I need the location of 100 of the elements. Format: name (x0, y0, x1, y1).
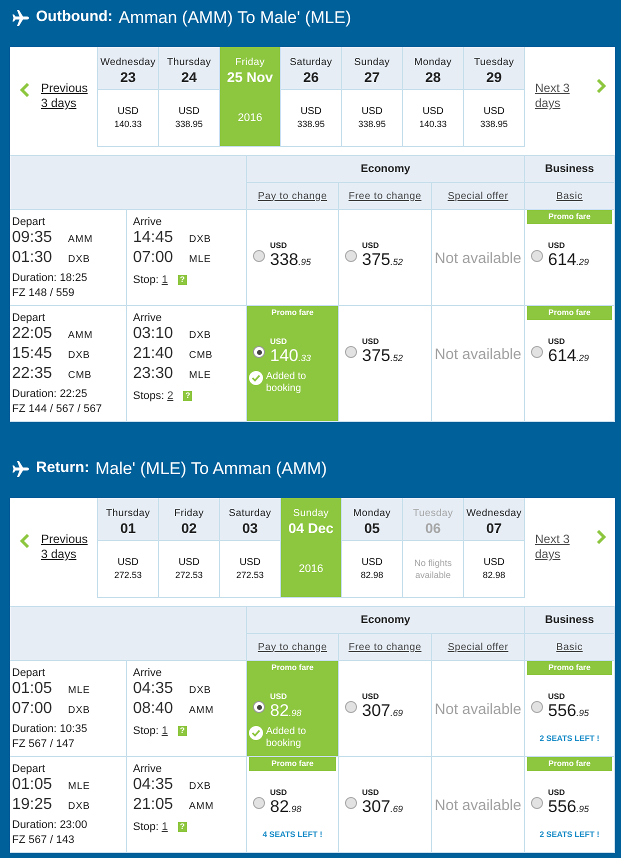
airport-code: DXB (68, 704, 90, 718)
price-cents: .69 (390, 803, 403, 816)
radio-button[interactable] (531, 797, 543, 809)
radio-button[interactable] (253, 701, 265, 713)
cabin-header: Business (525, 156, 615, 183)
radio-button[interactable] (345, 346, 357, 358)
depart-label: Depart (12, 216, 46, 229)
stops-label: Stop: (133, 820, 159, 835)
currency-label: USD (361, 557, 383, 569)
date-tab[interactable]: Thursday 24 USD 338.95 (159, 47, 220, 147)
date-tab[interactable]: Tuesday 29 USD 338.95 (464, 47, 525, 147)
next-days-link[interactable]: Next 3 days (535, 532, 570, 562)
weekday-label: Tuesday (412, 508, 454, 519)
flight-numbers: FZ 144 / 567 / 567 (12, 402, 103, 417)
seats-left-note: 2 SEATS LEFT ! (538, 828, 600, 840)
day-label: 05 (364, 519, 380, 537)
time-label: 03:10 (133, 325, 174, 343)
weekday-label: Thursday (166, 57, 212, 68)
day-label: 26 (303, 68, 319, 86)
airport-code: DXB (189, 329, 212, 343)
date-tab[interactable]: Saturday 26 USD 338.95 (281, 47, 342, 147)
day-label: 03 (242, 519, 258, 537)
stops-link[interactable]: 2 (167, 388, 174, 404)
currency-label: USD (483, 106, 505, 118)
promo-badge: Promo fare (527, 661, 612, 675)
fare-cell[interactable]: Promo fare USD 556.95 2 SEATS LEFT ! (525, 757, 615, 853)
time-label: 04:35 (133, 776, 174, 794)
date-tab[interactable]: Wednesday 23 USD 140.33 (98, 47, 159, 147)
radio-button[interactable] (345, 797, 357, 809)
fare-cell[interactable]: Promo fare USD 556.95 2 SEATS LEFT ! (525, 661, 615, 757)
date-tab[interactable]: Sunday 27 USD 338.95 (342, 47, 403, 147)
price-amount: 307 (362, 702, 390, 720)
stops-link[interactable]: 1 (162, 272, 168, 288)
radio-button[interactable] (253, 797, 265, 809)
arrive-label: Arrive (133, 667, 163, 680)
airport-code: DXB (68, 253, 90, 267)
radio-button[interactable] (531, 701, 543, 713)
price-cents: .29 (576, 256, 589, 269)
airport-code: AMM (189, 704, 214, 718)
currency-label: USD (270, 241, 288, 251)
stops-link[interactable]: 1 (162, 819, 168, 836)
stops-label: Stop: (133, 273, 159, 288)
price-label: 272.53 (236, 569, 264, 581)
price-cents: .52 (390, 352, 403, 365)
fare-type-link[interactable]: Basic (556, 640, 583, 654)
fare-cell[interactable]: USD 375.52 (339, 210, 432, 306)
price-label: 82.98 (360, 569, 384, 581)
day-label: 27 (364, 68, 380, 86)
promo-badge: Promo fare (527, 306, 612, 320)
radio-button[interactable] (253, 250, 265, 262)
weekday-label: Thursday (106, 508, 150, 519)
fare-cell[interactable]: Promo fare USD 614.29 (525, 306, 615, 422)
time-label: 21:40 (133, 345, 174, 363)
weekday-label: Saturday (228, 508, 272, 519)
cabin-header: Economy (247, 156, 525, 183)
fare-type-link[interactable]: Basic (556, 188, 583, 204)
currency-label: USD (239, 557, 261, 569)
check-icon (249, 370, 263, 384)
radio-button[interactable] (253, 346, 265, 358)
price-label: 338.95 (175, 118, 203, 130)
weekday-label: Sunday (293, 508, 329, 519)
radio-button[interactable] (345, 250, 357, 262)
currency-label: USD (178, 106, 200, 118)
time-label: 07:00 (12, 700, 54, 718)
date-tab[interactable]: Saturday 03 USD 272.53 (220, 498, 281, 598)
fare-cell[interactable]: Promo fare USD 614.29 (525, 210, 615, 306)
price-cents: .95 (576, 803, 589, 816)
next-days-link[interactable]: Next 3 days (535, 81, 570, 111)
radio-button[interactable] (345, 701, 357, 713)
plane-icon (12, 8, 30, 26)
seats-left-note: 2 SEATS LEFT ! (538, 732, 600, 744)
previous-days-link[interactable]: Previous 3 days (41, 532, 88, 562)
direction-label: Return: (36, 458, 90, 478)
stops-link[interactable]: 1 (162, 723, 168, 740)
date-tab[interactable]: Thursday 01 USD 272.53 (98, 498, 159, 598)
airport-code: DXB (189, 684, 212, 698)
not-available-label: Not available (434, 345, 522, 365)
weekday-label: Saturday (290, 57, 332, 68)
time-label: 22:05 (12, 325, 54, 343)
currency-label: USD (422, 106, 444, 118)
fare-cell[interactable]: USD 307.69 (339, 661, 432, 757)
price-amount: 375 (362, 251, 390, 269)
duration-label: Duration: 22:25 (12, 387, 88, 402)
currency-label: USD (117, 557, 139, 569)
seats-left-note: 4 SEATS LEFT ! (262, 828, 324, 840)
date-tab[interactable]: Monday 28 USD 140.33 (403, 47, 464, 147)
previous-days-link[interactable]: Previous 3 days (41, 81, 88, 111)
cabin-header: Economy (247, 607, 525, 634)
fare-cell[interactable]: USD 307.69 (339, 757, 432, 853)
radio-button[interactable] (531, 250, 543, 262)
radio-button[interactable] (531, 346, 543, 358)
weekday-label: Monday (353, 508, 391, 519)
date-tab[interactable]: Monday 05 USD 82.98 (342, 498, 403, 598)
fare-cell[interactable]: USD 375.52 (339, 306, 432, 422)
currency-label: USD (361, 106, 383, 118)
date-tab[interactable]: Wednesday 07 USD 82.98 (464, 498, 525, 598)
date-tab[interactable]: Friday 02 USD 272.53 (159, 498, 220, 598)
fare-cell[interactable]: Promo fare USD 82.98 4 SEATS LEFT ! (247, 757, 339, 853)
time-label: 01:05 (12, 776, 54, 794)
flight-numbers: FZ 567 / 143 (12, 833, 76, 848)
